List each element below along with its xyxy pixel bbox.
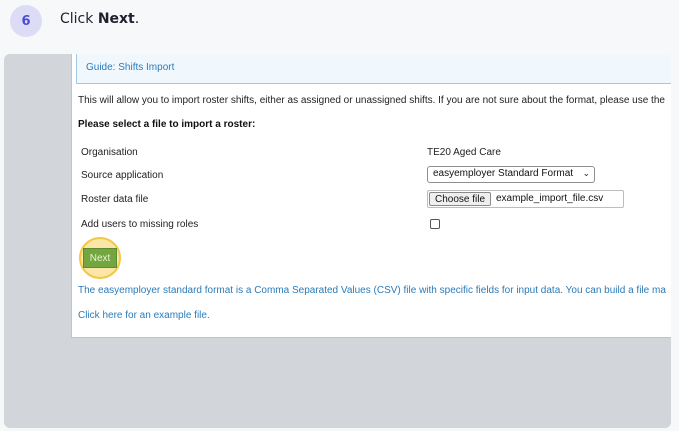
guide-link[interactable]: Guide: Shifts Import <box>86 62 174 73</box>
step-instruction: Click Next. <box>60 9 139 29</box>
format-description: The easyemployer standard format is a Co… <box>78 285 666 296</box>
organisation-label: Organisation <box>81 147 138 158</box>
choose-file-button[interactable]: Choose file <box>429 192 492 206</box>
step-number-badge: 6 <box>10 5 42 37</box>
organisation-value: TE20 Aged Care <box>427 147 501 158</box>
source-application-value: easyemployer Standard Format <box>433 168 574 179</box>
step-target: Next <box>97 11 135 27</box>
next-button[interactable]: Next <box>83 248 117 268</box>
source-application-select[interactable]: easyemployer Standard Format ⌄ <box>427 166 595 183</box>
import-subheading: Please select a file to import a roster: <box>78 119 256 130</box>
add-users-checkbox[interactable] <box>430 219 440 229</box>
step-suffix: . <box>134 11 140 27</box>
import-panel: Guide: Shifts Import This will allow you… <box>71 54 671 338</box>
step-header: 6 Click Next. <box>0 0 679 44</box>
roster-file-label: Roster data file <box>81 194 149 205</box>
source-application-label: Source application <box>81 170 164 181</box>
example-file-link[interactable]: Click here for an example file. <box>78 310 210 321</box>
screenshot-frame: Guide: Shifts Import This will allow you… <box>4 54 671 428</box>
chevron-down-icon: ⌄ <box>582 168 590 178</box>
roster-file-input[interactable]: Choose file example_import_file.csv <box>427 190 624 208</box>
add-users-label: Add users to missing roles <box>81 219 199 230</box>
selected-file-name: example_import_file.csv <box>496 193 604 204</box>
guide-box: Guide: Shifts Import <box>76 54 671 84</box>
step-prefix: Click <box>60 11 98 27</box>
intro-text: This will allow you to import roster shi… <box>78 95 665 106</box>
